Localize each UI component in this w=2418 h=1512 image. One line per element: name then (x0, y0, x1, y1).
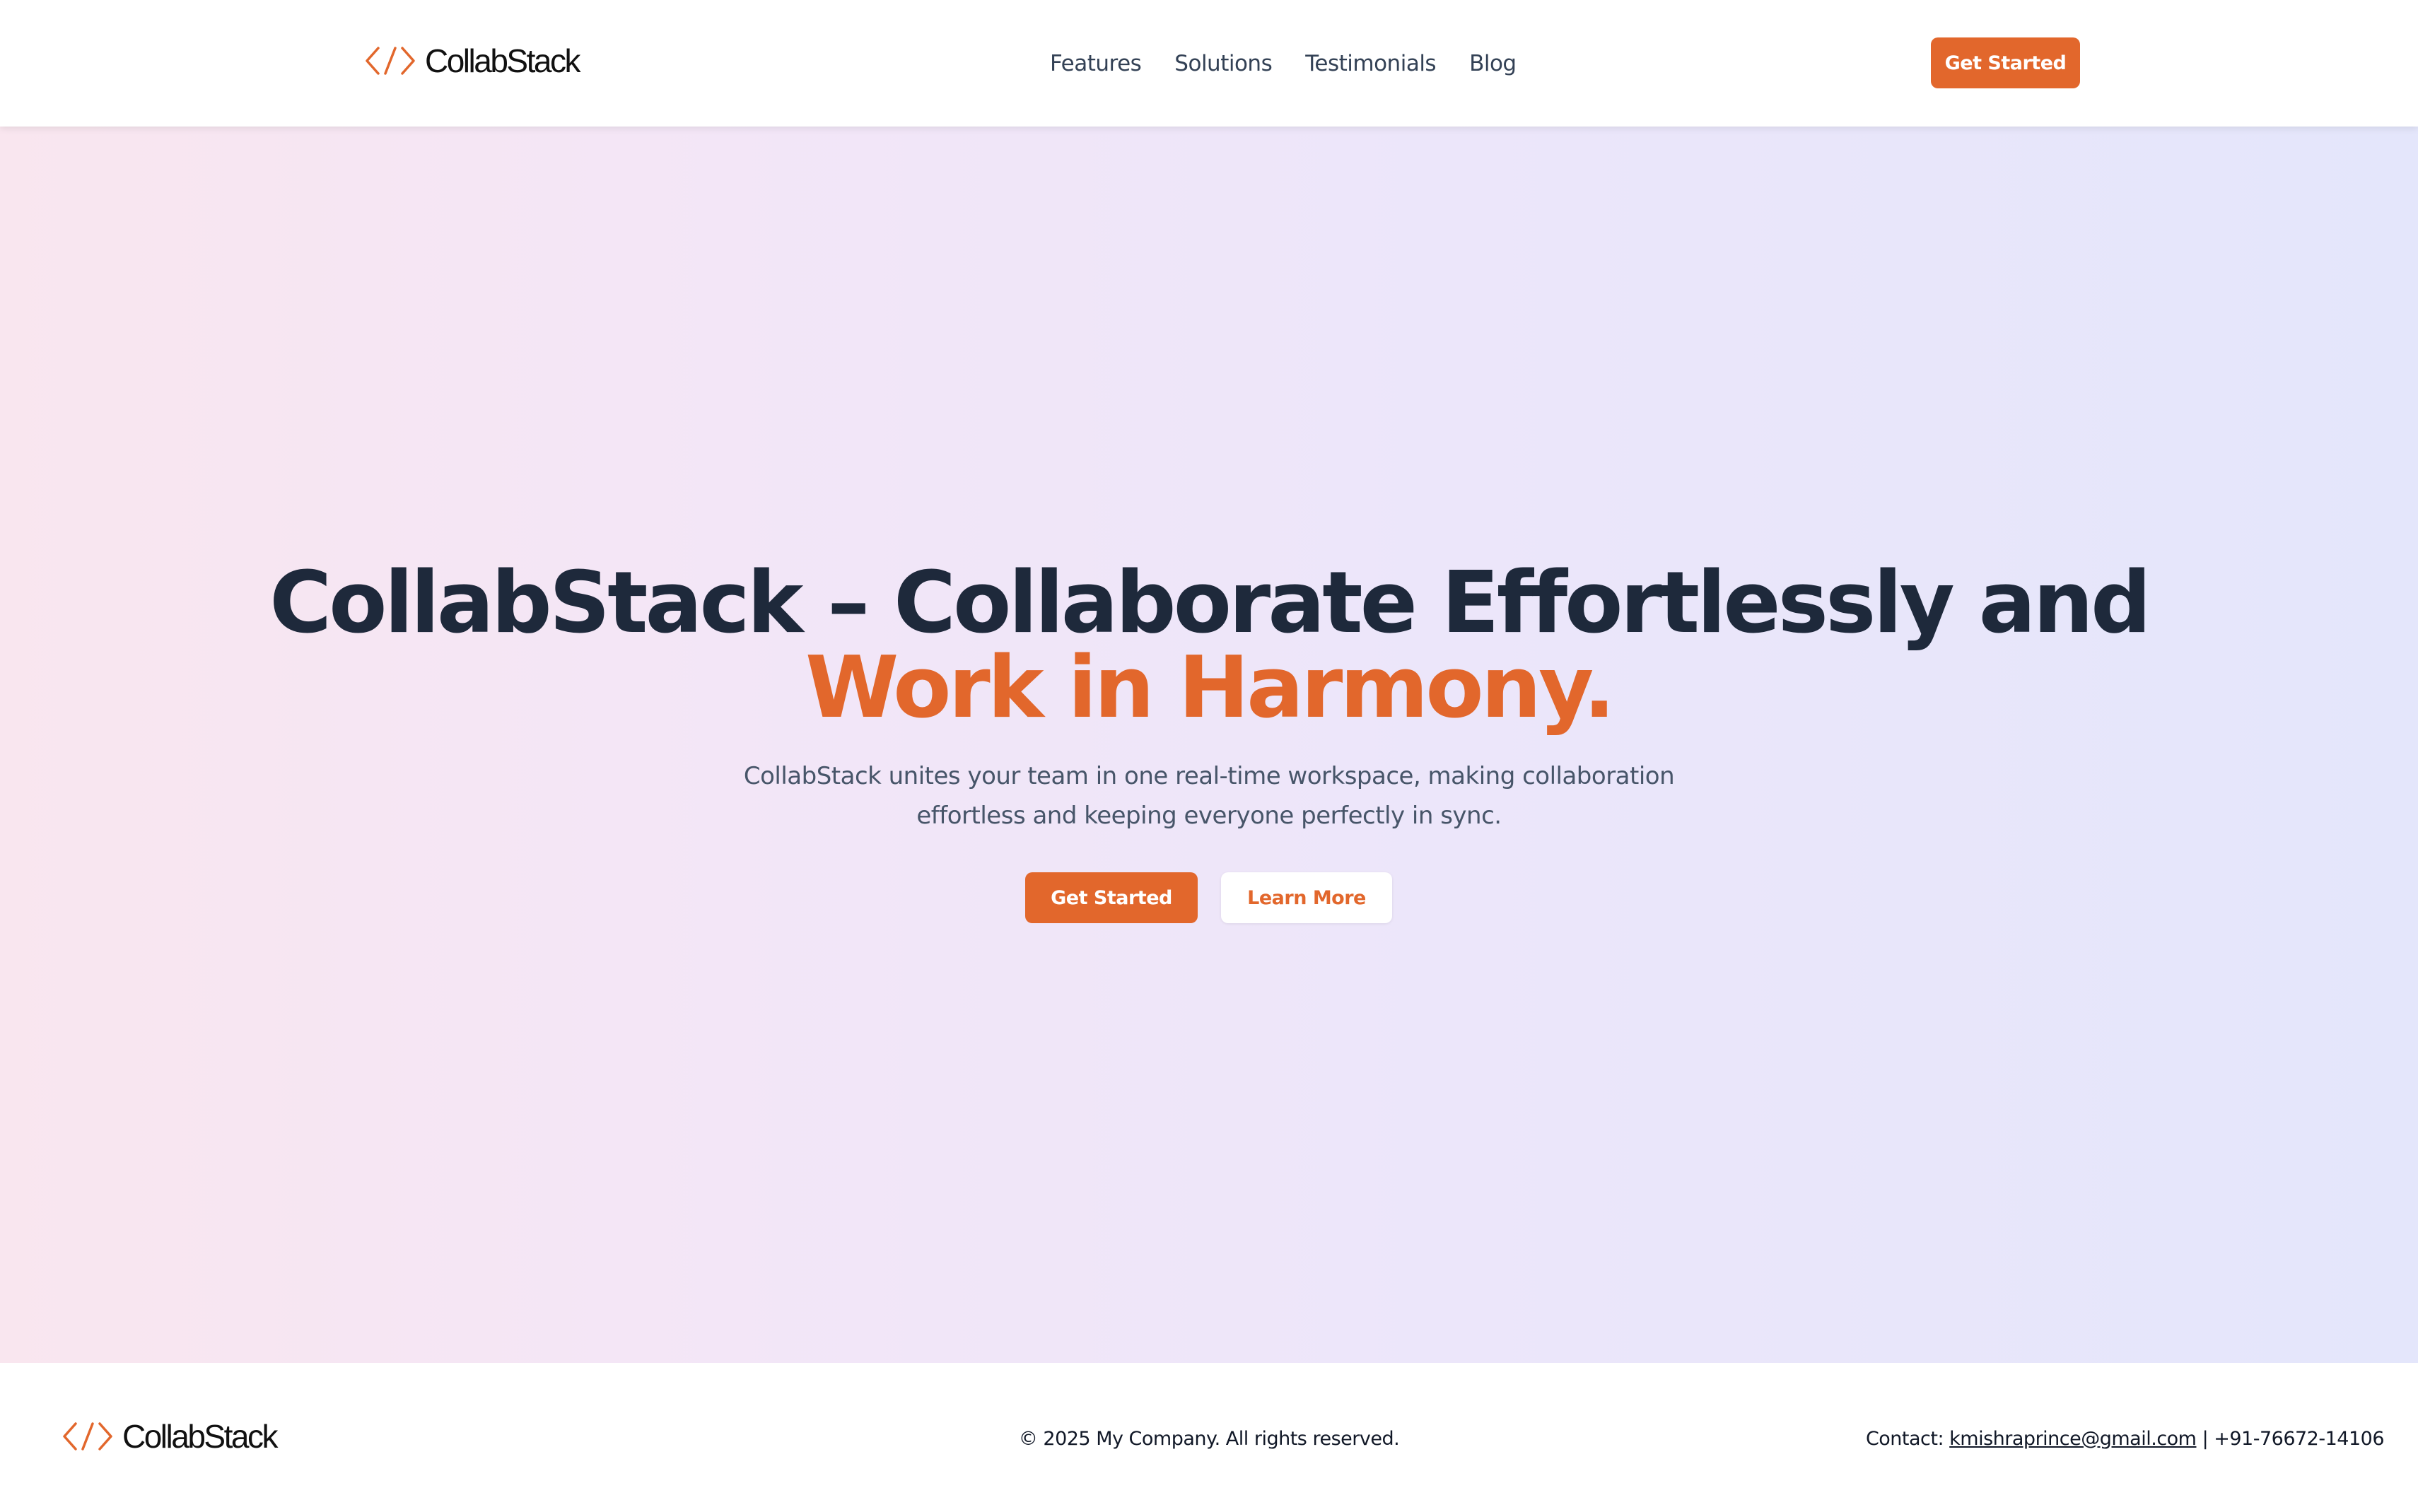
site-header: CollabStack Features Solutions Testimoni… (0, 0, 2418, 127)
hero-subtitle-line: CollabStack unites your team in one real… (743, 762, 1675, 790)
hero-title-line: CollabStack – Collaborate Effortlessly a… (269, 554, 2151, 652)
footer-contact: Contact: kmishraprince@gmail.com | +91-7… (1865, 1428, 2385, 1450)
nav-link-blog[interactable]: Blog (1469, 51, 1517, 76)
page: CollabStack Features Solutions Testimoni… (0, 0, 2418, 1512)
footer-logo[interactable]: CollabStack (62, 1417, 278, 1456)
hero-section: CollabStack – Collaborate Effortlessly a… (0, 127, 2418, 1363)
hero-learn-more-button[interactable]: Learn More (1221, 872, 1392, 923)
nav-link-testimonials[interactable]: Testimonials (1305, 51, 1436, 76)
footer-brand-name: CollabStack (122, 1418, 278, 1455)
hero-title-accent: Work in Harmony. (805, 639, 1616, 737)
contact-email-link[interactable]: kmishraprince@gmail.com (1949, 1428, 2197, 1450)
nav-link-solutions[interactable]: Solutions (1174, 51, 1272, 76)
hero-title: CollabStack – Collaborate Effortlessly a… (0, 561, 2418, 731)
site-footer: CollabStack © 2025 My Company. All right… (0, 1363, 2418, 1512)
contact-label: Contact: (1865, 1428, 1950, 1450)
hero-get-started-button[interactable]: Get Started (1025, 872, 1198, 923)
header-get-started-button[interactable]: Get Started (1931, 37, 2080, 88)
brand-name: CollabStack (425, 42, 580, 79)
main-nav: Features Solutions Testimonials Blog (1050, 44, 1517, 83)
code-brackets-icon (364, 45, 416, 76)
header-logo[interactable]: CollabStack (364, 41, 580, 81)
code-brackets-icon (62, 1421, 114, 1452)
hero-subtitle-line: effortless and keeping everyone perfectl… (916, 802, 1502, 830)
contact-phone: | +91-76672-14106 (2196, 1428, 2385, 1450)
footer-copyright: © 2025 My Company. All rights reserved. (1018, 1428, 1400, 1450)
hero-subtitle: CollabStack unites your team in one real… (714, 756, 1704, 836)
nav-link-features[interactable]: Features (1050, 51, 1142, 76)
